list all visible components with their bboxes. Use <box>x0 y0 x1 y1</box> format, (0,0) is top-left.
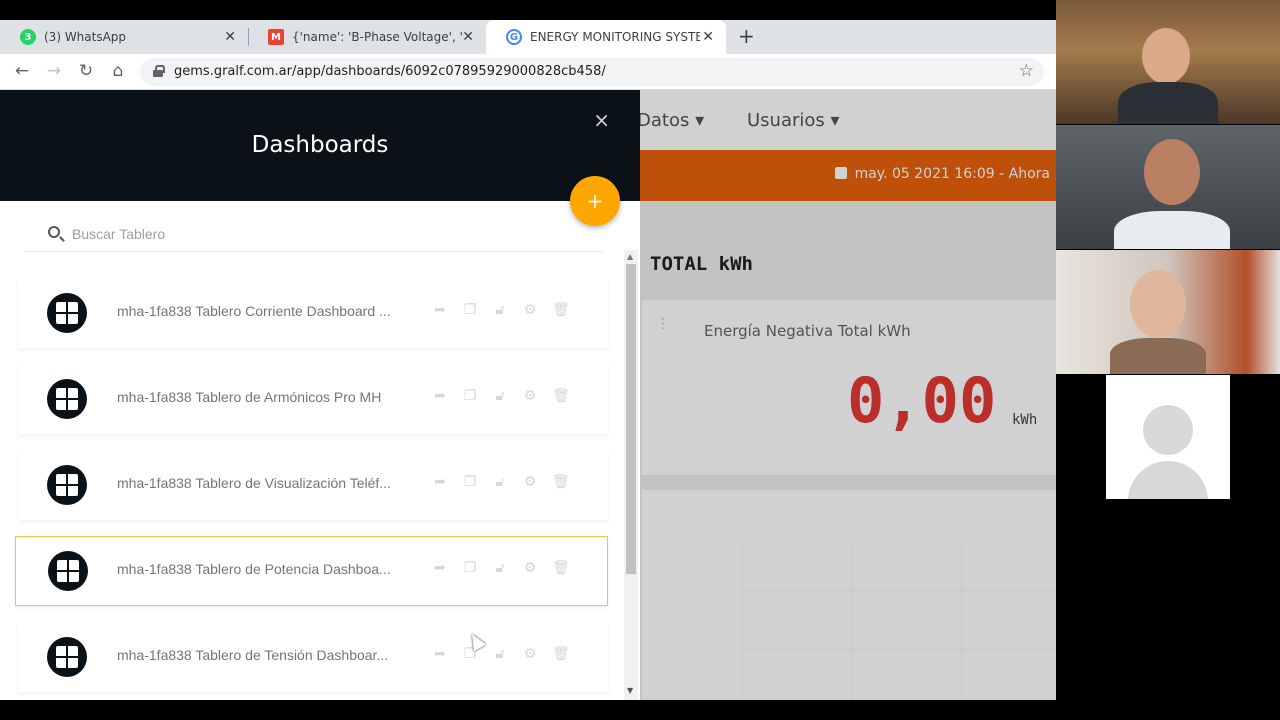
close-tab-icon[interactable]: ✕ <box>702 29 714 45</box>
black-area <box>1056 500 1280 720</box>
back-arrow-icon[interactable]: ← <box>11 61 33 81</box>
scrollbar-thumb[interactable] <box>626 264 636 574</box>
dashboard-icon <box>47 637 87 677</box>
scrollbar[interactable]: ▲ ▼ <box>624 250 638 700</box>
drawer-title: Dashboards <box>251 132 389 158</box>
gmail-icon: M <box>268 29 284 45</box>
share-icon[interactable]: ➦ <box>432 388 448 404</box>
browser-tabbar: 3 (3) WhatsApp ✕ M {'name': 'B-Phase Vol… <box>0 0 1056 54</box>
copy-icon[interactable]: ❐ <box>462 474 478 490</box>
participant-video[interactable] <box>1056 0 1280 124</box>
google-icon: G <box>506 29 522 45</box>
gear-icon[interactable]: ⚙ <box>522 388 538 404</box>
avatar-body-icon <box>1128 461 1208 499</box>
dashboard-name: mha-1fa838 Tablero de Visualización Telé… <box>117 475 391 491</box>
unlock-icon[interactable]: 🔓︎ <box>492 474 508 490</box>
search-bar <box>24 216 604 252</box>
participant-video[interactable] <box>1056 250 1280 374</box>
tab-title: {'name': 'B-Phase Voltage', 'id': '6 <box>292 30 462 44</box>
dashboards-drawer: Dashboards × + mha-1fa838 Tablero Corrie… <box>0 90 640 700</box>
close-tab-icon[interactable]: ✕ <box>224 29 236 45</box>
close-tab-icon[interactable]: ✕ <box>462 29 474 45</box>
gear-icon[interactable]: ⚙ <box>522 302 538 318</box>
lock-icon <box>153 65 165 77</box>
tab-title: ENERGY MONITORING SYSTEM | <box>530 30 700 44</box>
gear-icon[interactable]: ⚙ <box>522 560 538 576</box>
search-input[interactable] <box>72 222 572 246</box>
dashboard-icon <box>47 465 87 505</box>
trash-icon[interactable]: 🗑︎ <box>552 646 570 662</box>
forward-arrow-icon[interactable]: → <box>43 61 65 81</box>
participant-video[interactable] <box>1056 125 1280 249</box>
reload-icon[interactable]: ↻ <box>75 61 97 81</box>
dashboard-icon <box>47 293 87 333</box>
participant-body <box>1114 211 1230 249</box>
trash-icon[interactable]: 🗑︎ <box>552 302 570 318</box>
video-call-panel <box>1056 0 1280 500</box>
trash-icon[interactable]: 🗑︎ <box>552 474 570 490</box>
copy-icon[interactable]: ❐ <box>462 388 478 404</box>
copy-icon[interactable]: ❐ <box>462 302 478 318</box>
list-item-selected[interactable]: mha-1fa838 Tablero de Potencia Dashboa..… <box>15 536 608 606</box>
participant-head <box>1130 270 1186 338</box>
tab-energy-monitoring[interactable]: G ENERGY MONITORING SYSTEM | ✕ <box>486 20 726 54</box>
new-tab-button[interactable]: + <box>738 24 755 48</box>
list-item[interactable]: mha-1fa838 Tablero Corriente Dashboard .… <box>18 278 608 348</box>
scroll-up-icon[interactable]: ▲ <box>627 252 633 261</box>
list-item[interactable]: mha-1fa838 Tablero de Visualización Telé… <box>18 450 608 520</box>
share-icon[interactable]: ➦ <box>432 646 448 662</box>
gear-icon[interactable]: ⚙ <box>522 646 538 662</box>
unlock-icon[interactable]: 🔓︎ <box>492 302 508 318</box>
tab-title: (3) WhatsApp <box>44 30 127 44</box>
trash-icon[interactable]: 🗑︎ <box>552 388 570 404</box>
bookmark-star-icon[interactable]: ☆ <box>1019 61 1034 81</box>
close-icon[interactable]: × <box>593 108 610 132</box>
dashboard-icon <box>47 379 87 419</box>
tab-gmail[interactable]: M {'name': 'B-Phase Voltage', 'id': '6 ✕ <box>248 20 486 54</box>
tab-whatsapp[interactable]: 3 (3) WhatsApp ✕ <box>0 20 248 54</box>
url-text[interactable]: gems.gralf.com.ar/app/dashboards/6092c07… <box>174 64 606 79</box>
list-item[interactable]: mha-1fa838 Tablero de Armónicos Pro MH ➦… <box>18 364 608 434</box>
unlock-icon[interactable]: 🔓︎ <box>492 646 508 662</box>
share-icon[interactable]: ➦ <box>432 474 448 490</box>
copy-icon[interactable]: ❐ <box>462 560 478 576</box>
participant-head <box>1144 139 1200 205</box>
list-item[interactable]: mha-1fa838 Tablero de Tensión Dashboar..… <box>18 622 608 692</box>
home-icon[interactable]: ⌂ <box>107 61 129 81</box>
black-strip <box>0 700 1280 720</box>
share-icon[interactable]: ➦ <box>432 302 448 318</box>
dashboard-name: mha-1fa838 Tablero de Tensión Dashboar..… <box>117 647 389 663</box>
avatar-head-icon <box>1143 405 1193 455</box>
participant-video[interactable] <box>1056 375 1280 499</box>
address-bar[interactable]: gems.gralf.com.ar/app/dashboards/6092c07… <box>140 58 1044 86</box>
drawer-header: Dashboards × <box>0 90 640 201</box>
dashboard-list: mha-1fa838 Tablero Corriente Dashboard .… <box>0 270 624 700</box>
participant-body <box>1110 338 1206 374</box>
dashboard-name: mha-1fa838 Tablero de Potencia Dashboa..… <box>117 561 391 577</box>
participant-body <box>1118 82 1218 124</box>
dashboard-name: mha-1fa838 Tablero Corriente Dashboard .… <box>117 303 391 319</box>
search-icon <box>48 226 60 238</box>
avatar <box>1106 375 1230 499</box>
participant-head <box>1142 28 1190 84</box>
dashboard-icon <box>48 551 88 591</box>
gear-icon[interactable]: ⚙ <box>522 474 538 490</box>
dashboard-name: mha-1fa838 Tablero de Armónicos Pro MH <box>117 389 382 405</box>
scroll-down-icon[interactable]: ▼ <box>627 686 633 695</box>
browser-toolbar: ← → ↻ ⌂ gems.gralf.com.ar/app/dashboards… <box>0 54 1056 90</box>
share-icon[interactable]: ➦ <box>432 560 448 576</box>
unlock-icon[interactable]: 🔓︎ <box>492 560 508 576</box>
unlock-icon[interactable]: 🔓︎ <box>492 388 508 404</box>
trash-icon[interactable]: 🗑︎ <box>552 560 570 576</box>
whatsapp-icon: 3 <box>20 29 36 45</box>
screen: 3 (3) WhatsApp ✕ M {'name': 'B-Phase Vol… <box>0 0 1280 720</box>
